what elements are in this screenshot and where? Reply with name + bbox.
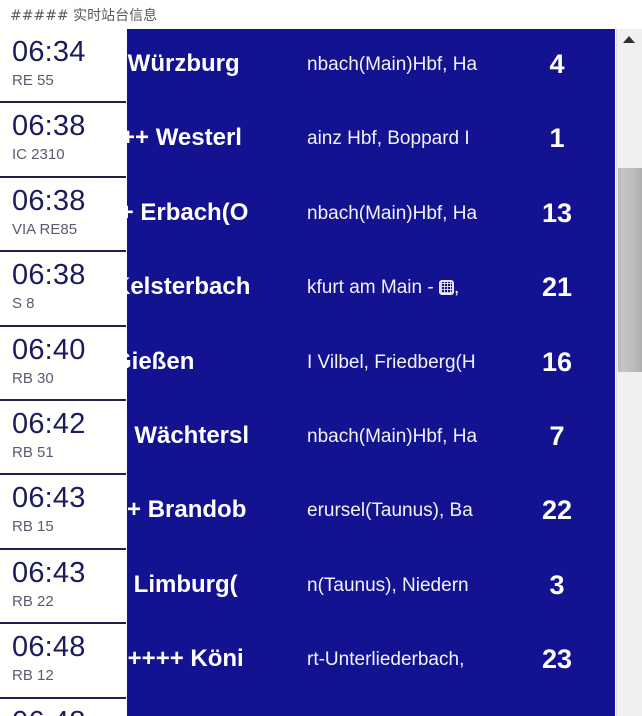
train-number: RB 51 bbox=[12, 443, 54, 461]
via-stations-label: kfurt am Main - , bbox=[307, 276, 509, 300]
time-cell: 06:34 RE 55 bbox=[0, 29, 126, 104]
time-cell: 06:38 S 8 bbox=[0, 252, 126, 327]
destination-label: ++ Brandob bbox=[127, 496, 247, 524]
destination-label: Kelsterbach bbox=[127, 273, 251, 301]
train-number: S 8 bbox=[12, 295, 35, 313]
platform-number: 3 bbox=[549, 569, 565, 600]
destination-label: · Würzburg bbox=[127, 50, 240, 77]
missing-glyph-box-icon bbox=[438, 280, 454, 296]
train-number: IC 2310 bbox=[12, 146, 65, 164]
table-row: + Limburg( n(Taunus), Niedern 3 bbox=[127, 550, 615, 624]
platform-number: 23 bbox=[541, 644, 573, 675]
table-row: ) ++++ Köni rt-Unterliederbach, 23 bbox=[127, 624, 615, 698]
train-number: RB 12 bbox=[12, 667, 54, 685]
via-stations-label: erursel(Taunus), Ba bbox=[307, 500, 473, 522]
via-stations-label: rt-Unterliederbach, bbox=[307, 649, 465, 671]
time-cell: 06:43 RB 22 bbox=[0, 549, 126, 625]
table-row: I· Wächtersl nbach(Main)Hbf, Ha 7 bbox=[127, 401, 615, 475]
via-stations-suffix: , bbox=[453, 277, 460, 299]
destination-label: ·++ Westerl bbox=[127, 124, 242, 152]
departure-time: 06:34 bbox=[12, 36, 86, 68]
via-stations-label: ainz Hbf, Boppard I bbox=[307, 128, 470, 150]
platform-number: 13 bbox=[541, 197, 573, 228]
destination-label: + Limburg( bbox=[127, 570, 238, 598]
via-stations-label: nbach(Main)Hbf, Ha bbox=[307, 425, 478, 447]
departure-board: 06:34 RE 55 06:38 IC 2310 06:38 VIA RE85 06:38… bbox=[0, 29, 642, 716]
time-cell: 06:43 RB 15 bbox=[0, 475, 126, 550]
destination-label: I+ Erbach(O bbox=[127, 198, 249, 226]
departure-time: 06:43 bbox=[12, 482, 86, 515]
destination-panel: · Würzburg nbach(Main)Hbf, Ha 4 ·++ Westerl… bbox=[127, 29, 615, 716]
time-cell: 06:42 RB 51 bbox=[0, 400, 126, 476]
time-cell: 06:38 VIA RE85 bbox=[0, 177, 126, 253]
departure-time: 06:40 bbox=[12, 333, 86, 366]
table-row: Gießen I Vilbel, Friedberg(H 16 bbox=[127, 327, 615, 401]
destination-label: Gießen bbox=[127, 347, 195, 375]
platform-number: 22 bbox=[541, 495, 573, 526]
table-row: I+ Erbach(O nbach(Main)Hbf, Ha 13 bbox=[127, 178, 615, 252]
page-title: ##### 实时站台信息 bbox=[10, 8, 158, 24]
vertical-scrollbar[interactable] bbox=[616, 29, 642, 716]
via-stations-label: n(Taunus), Niedern bbox=[307, 574, 469, 596]
train-number: VIA RE85 bbox=[12, 220, 78, 238]
table-row: Basel SBBHbf, Offenburg, Fr9 bbox=[127, 699, 615, 716]
destination-label: I· Wächtersl bbox=[127, 421, 250, 449]
via-stations-label: nbach(Main)Hbf, Ha bbox=[307, 54, 478, 75]
time-cell: 06:40 RB 30 bbox=[0, 326, 126, 401]
destination-label: ) ++++ Köni bbox=[127, 645, 244, 673]
time-column: 06:34 RE 55 06:38 IC 2310 06:38 VIA RE85 06:38… bbox=[0, 29, 126, 716]
via-stations-label: nbach(Main)Hbf, Ha bbox=[307, 202, 478, 224]
scrollbar-thumb[interactable] bbox=[618, 168, 642, 372]
time-cell: 06:48 RB 12 bbox=[0, 624, 126, 699]
train-number: RB 15 bbox=[12, 518, 54, 536]
table-row: · Würzburg nbach(Main)Hbf, Ha 4 bbox=[127, 29, 615, 103]
departure-time: 06:43 bbox=[12, 556, 86, 589]
platform-number: 21 bbox=[541, 272, 573, 303]
platform-number: 4 bbox=[549, 49, 565, 79]
table-row: ++ Brandob erursel(Taunus), Ba 22 bbox=[127, 475, 615, 549]
header-right-gap bbox=[616, 0, 642, 29]
scroll-up-button[interactable] bbox=[617, 29, 642, 49]
departure-time: 06:38 bbox=[12, 110, 86, 143]
train-number: RB 22 bbox=[12, 592, 54, 610]
time-cell: 06:38 IC 2310 bbox=[0, 103, 126, 178]
departure-time: 06:48 bbox=[12, 706, 86, 716]
via-stations-text: kfurt am Main - bbox=[307, 277, 439, 299]
departure-time: 06:42 bbox=[12, 407, 86, 440]
page-header: ##### 实时站台信息 bbox=[0, 0, 642, 29]
departure-time: 06:48 bbox=[12, 631, 86, 664]
via-stations-label: I Vilbel, Friedberg(H bbox=[307, 351, 476, 373]
time-cell: 06:48 bbox=[0, 698, 126, 716]
train-number: RE 55 bbox=[12, 72, 54, 89]
train-number: RB 30 bbox=[12, 369, 54, 387]
platform-number: 1 bbox=[549, 123, 565, 154]
departure-time: 06:38 bbox=[12, 259, 86, 292]
chevron-up-icon bbox=[623, 36, 635, 43]
table-row: ·++ Westerl ainz Hbf, Boppard I 1 bbox=[127, 103, 615, 177]
table-row: Kelsterbach kfurt am Main - , 21 bbox=[127, 252, 615, 326]
departure-time: 06:38 bbox=[12, 184, 86, 217]
platform-number: 7 bbox=[549, 420, 565, 451]
platform-number: 16 bbox=[541, 346, 573, 377]
